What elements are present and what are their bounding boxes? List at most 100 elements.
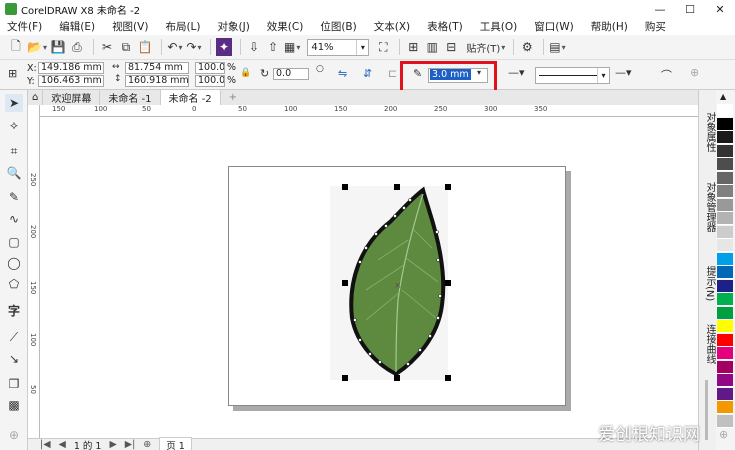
leaf-bitmap[interactable] bbox=[330, 186, 448, 380]
paste-icon[interactable]: 📋 bbox=[137, 38, 153, 56]
copy-icon[interactable]: ⧉ bbox=[118, 38, 134, 56]
color-swatch[interactable] bbox=[717, 360, 733, 374]
last-page-icon[interactable]: ▶| bbox=[125, 439, 136, 450]
menu-window[interactable]: 窗口(W) bbox=[534, 19, 574, 34]
end-arrowhead-selector[interactable]: —▾ bbox=[615, 66, 632, 79]
transparency-tool-icon[interactable]: ▩ bbox=[5, 396, 23, 414]
freehand-tool-icon[interactable]: ✎ bbox=[5, 188, 23, 206]
first-page-icon[interactable]: |◀ bbox=[40, 439, 51, 450]
add-tool-icon[interactable]: ⊕ bbox=[5, 426, 23, 444]
tab-welcome-screen[interactable]: 欢迎屏幕 bbox=[43, 90, 101, 105]
application-launcher-icon[interactable]: ▤ bbox=[549, 38, 565, 56]
zoom-level-combo[interactable]: 41% ▾ bbox=[307, 38, 370, 56]
menu-object[interactable]: 对象(J) bbox=[218, 19, 250, 34]
export-icon[interactable]: ⇧ bbox=[265, 38, 281, 56]
crop-tool-icon[interactable]: ⌗ bbox=[5, 142, 23, 160]
cut-icon[interactable]: ✂ bbox=[99, 38, 115, 56]
show-grid-icon[interactable]: ▥ bbox=[424, 38, 440, 56]
color-swatch[interactable] bbox=[717, 347, 733, 360]
polygon-tool-icon[interactable]: ⬠ bbox=[5, 275, 23, 293]
shape-tool-icon[interactable]: ⟡ bbox=[5, 116, 23, 134]
menu-help[interactable]: 帮助(H) bbox=[591, 19, 628, 34]
color-swatch[interactable] bbox=[717, 158, 733, 171]
color-swatch[interactable] bbox=[717, 252, 733, 266]
color-swatch[interactable] bbox=[717, 225, 733, 239]
snap-to-button[interactable]: 贴齐(T) bbox=[466, 38, 505, 56]
color-swatch[interactable] bbox=[717, 104, 733, 117]
connector-tool-icon[interactable]: ↘ bbox=[5, 350, 23, 368]
options-gear-icon[interactable]: ⚙ bbox=[519, 38, 535, 56]
undo-icon[interactable]: ↶ bbox=[167, 38, 183, 56]
page-tab[interactable]: 页 1 bbox=[159, 436, 192, 450]
add-tab-button[interactable]: + bbox=[221, 90, 245, 105]
palette-add-icon[interactable]: ⊕ bbox=[719, 428, 728, 441]
color-swatch[interactable] bbox=[717, 117, 733, 131]
color-swatch[interactable] bbox=[717, 320, 733, 333]
docker-tab-object-properties[interactable]: 对象属性 bbox=[701, 112, 715, 152]
tab-untitled-2[interactable]: 未命名 -2 bbox=[160, 90, 221, 105]
zoom-tool-icon[interactable]: 🔍 bbox=[5, 164, 23, 182]
menu-effects[interactable]: 效果(C) bbox=[267, 19, 304, 34]
horizontal-ruler[interactable]: 150 100 50 0 50 100 150 200 250 300 350 bbox=[38, 105, 698, 117]
text-tool-icon[interactable]: 字 bbox=[5, 301, 23, 319]
color-swatch[interactable] bbox=[717, 306, 733, 320]
mirror-vertical-icon[interactable]: ⇵ bbox=[363, 67, 372, 80]
drop-shadow-tool-icon[interactable]: ❐ bbox=[5, 375, 23, 393]
maximize-button[interactable]: ☐ bbox=[675, 0, 705, 18]
width-field[interactable]: 81.754 mm bbox=[125, 62, 189, 74]
color-swatch[interactable] bbox=[717, 198, 733, 212]
full-screen-icon[interactable]: ⛶ bbox=[375, 38, 391, 56]
show-guides-icon[interactable]: ⊟ bbox=[443, 38, 459, 56]
show-rulers-icon[interactable]: ⊞ bbox=[405, 38, 421, 56]
parallel-dimension-tool-icon[interactable]: ⟋ bbox=[5, 328, 23, 346]
tab-home[interactable]: ⌂ bbox=[28, 90, 44, 105]
menu-file[interactable]: 文件(F) bbox=[7, 19, 42, 34]
close-button[interactable]: ✕ bbox=[705, 0, 735, 18]
menu-text[interactable]: 文本(X) bbox=[374, 19, 410, 34]
start-arrowhead-selector[interactable]: —▾ bbox=[508, 66, 525, 79]
wrap-text-icon[interactable]: ⊏ bbox=[388, 67, 397, 80]
y-position-field[interactable]: 106.463 mm bbox=[38, 75, 104, 87]
mirror-horizontal-icon[interactable]: ⇋ bbox=[338, 67, 347, 80]
docker-tab-hints[interactable]: 提示(N) bbox=[701, 266, 715, 301]
color-swatch[interactable] bbox=[717, 266, 733, 279]
height-field[interactable]: 160.918 mm bbox=[125, 75, 189, 87]
docker-tab-object-manager[interactable]: 对象管理器 bbox=[701, 182, 715, 232]
next-page-icon[interactable]: ▶ bbox=[109, 439, 116, 450]
prev-page-icon[interactable]: ◀ bbox=[59, 439, 66, 450]
add-property-icon[interactable]: ⊕ bbox=[690, 66, 699, 79]
docker-tab-connector-curves[interactable]: 连接曲线 bbox=[701, 324, 715, 364]
menu-tools[interactable]: 工具(O) bbox=[480, 19, 517, 34]
import-icon[interactable]: ⇩ bbox=[246, 38, 262, 56]
docker-scrollbar[interactable] bbox=[705, 380, 708, 440]
add-page-icon[interactable]: ⊕ bbox=[143, 439, 151, 450]
color-swatch[interactable] bbox=[717, 131, 733, 144]
x-position-field[interactable]: 149.186 mm bbox=[38, 62, 104, 74]
lock-ratio-icon[interactable]: 🔒 bbox=[240, 68, 251, 78]
color-swatch[interactable] bbox=[717, 333, 733, 347]
artistic-media-tool-icon[interactable]: ∿ bbox=[5, 210, 23, 228]
menu-view[interactable]: 视图(V) bbox=[112, 19, 148, 34]
pick-tool-icon[interactable]: ➤ bbox=[5, 94, 23, 112]
print-icon[interactable]: ⎙ bbox=[69, 38, 85, 56]
palette-scroll-up-icon[interactable]: ▲ bbox=[720, 92, 726, 101]
color-swatch[interactable] bbox=[717, 144, 733, 158]
color-swatch[interactable] bbox=[717, 185, 733, 198]
color-swatch[interactable] bbox=[717, 212, 733, 225]
tab-untitled-1[interactable]: 未命名 -1 bbox=[100, 90, 161, 105]
redo-icon[interactable]: ↷ bbox=[186, 38, 202, 56]
menu-edit[interactable]: 编辑(E) bbox=[59, 19, 95, 34]
new-document-icon[interactable]: 🗋 bbox=[8, 38, 24, 56]
color-swatch[interactable] bbox=[717, 171, 733, 185]
menu-table[interactable]: 表格(T) bbox=[427, 19, 463, 34]
menu-buy[interactable]: 购买 bbox=[645, 19, 666, 34]
convert-to-curves-icon[interactable]: ⌒ bbox=[661, 67, 672, 83]
search-content-icon[interactable]: ✦ bbox=[215, 38, 232, 56]
open-folder-icon[interactable]: 📂 bbox=[27, 38, 47, 56]
scale-y-field[interactable]: 100.0 bbox=[195, 75, 225, 87]
menu-layout[interactable]: 布局(L) bbox=[165, 19, 200, 34]
rotation-angle-field[interactable]: 0.0 bbox=[273, 68, 309, 80]
rectangle-tool-icon[interactable]: ▢ bbox=[5, 233, 23, 251]
color-swatch[interactable] bbox=[717, 387, 733, 401]
scale-x-field[interactable]: 100.0 bbox=[195, 62, 225, 74]
